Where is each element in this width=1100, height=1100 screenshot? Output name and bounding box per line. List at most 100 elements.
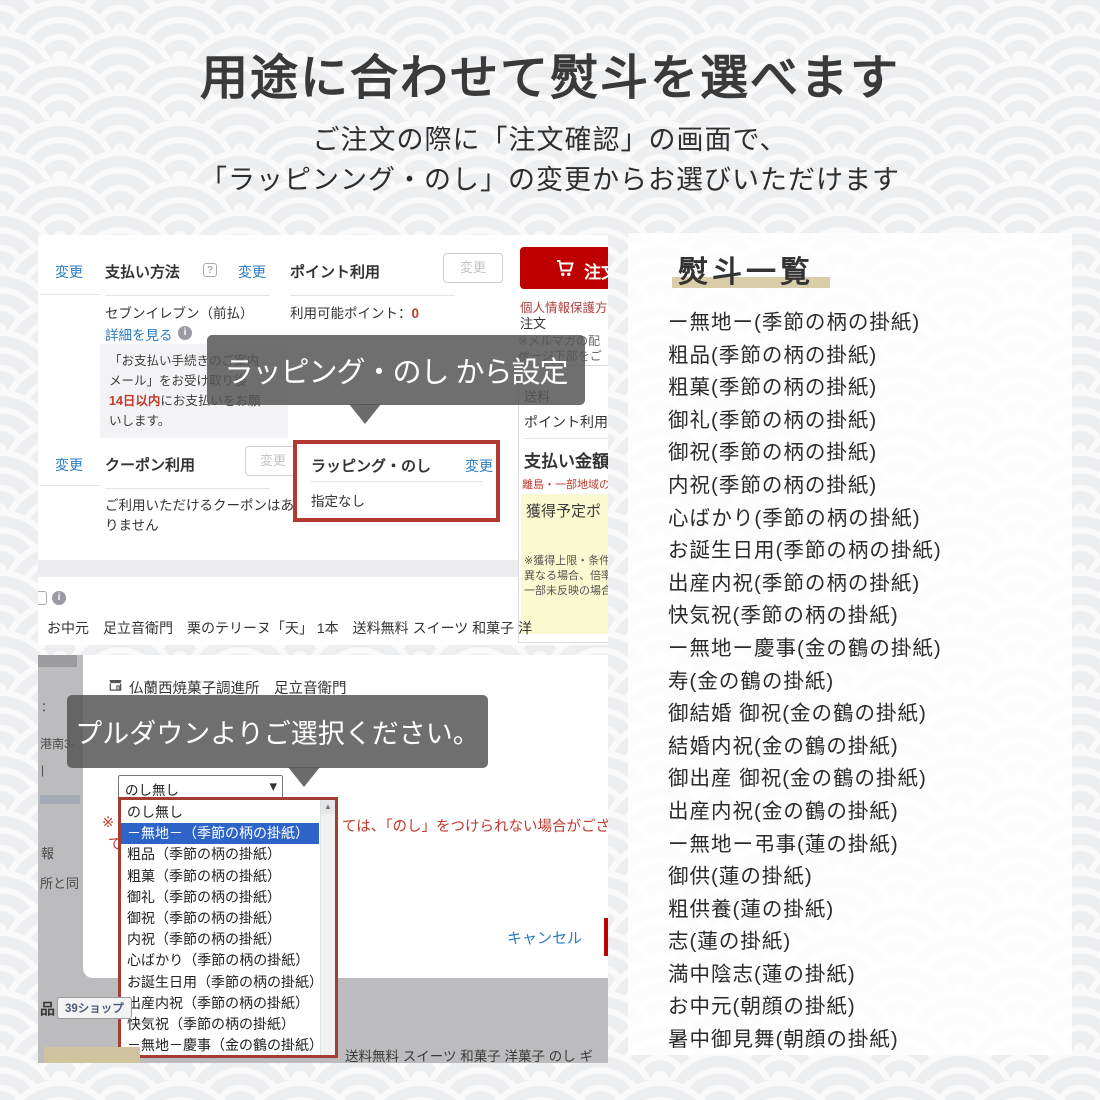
- payment-notice-line4: いします。: [109, 411, 279, 431]
- dropdown-option[interactable]: 粗品（季節の柄の掛紙）: [121, 844, 319, 865]
- wrapping-noshi-box: ラッピング・のし 変更 指定なし: [293, 440, 500, 522]
- list-item: お誕生日用(季節の柄の掛紙): [668, 535, 942, 568]
- backdrop-item-word: 品: [40, 998, 55, 1019]
- backdrop-fragment: 報: [41, 843, 54, 862]
- callout-pointer-down: [288, 767, 320, 787]
- noshi-dropdown: のし無し－無地－（季節の柄の掛紙）粗品（季節の柄の掛紙）粗菓（季節の柄の掛紙）御…: [118, 797, 338, 1058]
- dropdown-option[interactable]: お誕生日用（季節の柄の掛紙）: [121, 972, 319, 993]
- expected-points-box: 獲得予定ポ ※獲得上限・条件に 異なる場合、倍率と 一部未反映の場合か: [521, 494, 608, 634]
- dropdown-option[interactable]: 御礼（季節の柄の掛紙）: [121, 887, 319, 908]
- list-item: 出産内祝(季節の柄の掛紙): [668, 568, 942, 601]
- dropdown-option[interactable]: 内祝（季節の柄の掛紙）: [121, 929, 319, 950]
- list-item: ー無地ー弔事(蓮の掛紙): [668, 829, 942, 862]
- list-item: 心ばかり(季節の柄の掛紙): [668, 503, 942, 536]
- list-item: 御供(蓮の掛紙): [668, 861, 942, 894]
- list-item: 御出産 御祝(金の鶴の掛紙): [668, 763, 942, 796]
- order-summary-box: 送料 ポイント利用 支払い金額 離島・一部地域の 獲得予定ポ ※獲得上限・条件に…: [518, 365, 608, 643]
- list-item: 寿(金の鶴の掛紙): [668, 666, 942, 699]
- points-available-value: 0: [412, 306, 420, 321]
- dropdown-option[interactable]: 粗菓（季節の柄の掛紙）: [121, 866, 319, 887]
- sidebar-order-text: 注文: [520, 313, 546, 332]
- storefront-icon: [108, 677, 123, 697]
- list-item: 志(蓮の掛紙): [668, 926, 942, 959]
- page-title: 用途に合わせて熨斗を選べます: [0, 38, 1100, 108]
- summary-points-label: ポイント利用: [524, 412, 608, 432]
- wrapping-value: 指定なし: [311, 490, 365, 510]
- help-icon-cut: [38, 591, 47, 605]
- info-icon: i: [52, 591, 66, 605]
- payment-method-value: セブンイレブン（前払）: [105, 302, 254, 322]
- order-button[interactable]: 注文: [520, 247, 608, 289]
- page-subtitle-line1: ご注文の際に「注文確認」の画面で、: [0, 118, 1100, 157]
- points-change-button[interactable]: 変更: [443, 253, 503, 283]
- help-icon[interactable]: ?: [203, 263, 217, 277]
- backdrop-fragment: |: [41, 763, 44, 777]
- remote-area-note: 離島・一部地域の: [522, 476, 608, 492]
- list-item: 御礼(季節の柄の掛紙): [668, 405, 942, 438]
- noshi-list-title: 熨斗一覧: [678, 247, 814, 291]
- chevron-down-icon: ▾: [269, 777, 277, 795]
- list-item: 結婚内祝(金の鶴の掛紙): [668, 731, 942, 764]
- breadcrumb: お中元 足立音衛門 栗のテリーヌ「天」 1本 送料無料 スイーツ 和菓子 洋: [47, 618, 532, 638]
- backdrop-bottom-text: 送料無料 スイーツ 和菓子 洋菓子 のし ギ: [345, 1045, 593, 1063]
- backdrop-blur-fragment: [40, 795, 80, 804]
- list-item: お中元(朝顔の掛紙): [668, 991, 942, 1024]
- dropdown-scrollbar[interactable]: ▲: [320, 800, 335, 1055]
- points-available: 利用可能ポイント：0: [290, 302, 419, 322]
- dropdown-option[interactable]: 御祝（季節の柄の掛紙）: [121, 908, 319, 929]
- backdrop-fragment: ：: [41, 698, 53, 715]
- callout-pulldown-select: プルダウンよりご選択ください。: [67, 695, 488, 768]
- list-item: ー無地ー(季節の柄の掛紙): [668, 307, 942, 340]
- shop-badge: 39ショップ: [57, 997, 132, 1019]
- callout-pointer-down: [349, 404, 381, 424]
- noshi-list: ー無地ー(季節の柄の掛紙)粗品(季節の柄の掛紙)粗菓(季節の柄の掛紙)御礼(季節…: [668, 307, 942, 1057]
- info-icon: i: [178, 326, 192, 340]
- list-item: 出産内祝(金の鶴の掛紙): [668, 796, 942, 829]
- payment-details-link[interactable]: 詳細を見る: [105, 324, 173, 344]
- noshi-note-mark: ※: [102, 815, 114, 831]
- list-item: ー無地ー慶事(金の鶴の掛紙): [668, 633, 942, 666]
- page-subtitle-line2: 「ラッピンング・のし」の変更からお選びいただけます: [0, 158, 1100, 197]
- payment-deadline: 14日以内: [109, 394, 160, 408]
- dropdown-option[interactable]: のし無し: [121, 802, 319, 823]
- list-item: 御結婚 御祝(金の鶴の掛紙): [668, 698, 942, 731]
- arrow-up-icon[interactable]: ▲: [321, 800, 335, 814]
- backdrop-fragment: 所と同: [40, 873, 79, 892]
- list-item: 暑中御見舞(朝顔の掛紙): [668, 1024, 942, 1057]
- page: 用途に合わせて熨斗を選べます ご注文の際に「注文確認」の画面で、 「ラッピンング…: [0, 0, 1100, 1100]
- dropdown-option[interactable]: 快気祝（季節の柄の掛紙）: [121, 1014, 319, 1035]
- list-item: 御祝(季節の柄の掛紙): [668, 437, 942, 470]
- points-title: ポイント利用: [290, 261, 380, 282]
- expected-points-notes: ※獲得上限・条件に 異なる場合、倍率と 一部未反映の場合か: [524, 554, 608, 599]
- payment-change-link[interactable]: 変更: [238, 262, 266, 282]
- cart-icon: [553, 256, 577, 285]
- wrapping-change-link[interactable]: 変更: [465, 456, 493, 476]
- list-item: 満中陰志(蓮の掛紙): [668, 959, 942, 992]
- list-item: 快気祝(季節の柄の掛紙): [668, 600, 942, 633]
- list-item: 粗供養(蓮の掛紙): [668, 894, 942, 927]
- noshi-dropdown-list: のし無し－無地－（季節の柄の掛紙）粗品（季節の柄の掛紙）粗菓（季節の柄の掛紙）御…: [121, 800, 335, 1056]
- order-confirm-screenshot: 変更 変更 支払い方法 ? 変更 セブンイレブン（前払） 詳細を見る i 「お支…: [38, 235, 608, 645]
- coupon-message: ご利用いただけるクーポンはあ りません: [105, 496, 294, 536]
- dropdown-option[interactable]: －無地－（季節の柄の掛紙）: [121, 823, 319, 844]
- list-item: 粗品(季節の柄の掛紙): [668, 340, 942, 373]
- change-link-bottom[interactable]: 変更: [55, 455, 83, 475]
- dropdown-option[interactable]: 出産内祝（季節の柄の掛紙）: [121, 993, 319, 1014]
- confirm-button-clipped[interactable]: [604, 918, 608, 956]
- noshi-modal-screenshot: ： 港南3- | 報 所と同 仏蘭西焼菓子調進所 足立音衛門 ※ ては、「のし」…: [38, 655, 608, 1063]
- noshi-select-value: のし無し: [125, 779, 179, 799]
- payment-method-title: 支払い方法: [105, 261, 180, 282]
- noshi-list-panel: 熨斗一覧 ー無地ー(季節の柄の掛紙)粗品(季節の柄の掛紙)粗菓(季節の柄の掛紙)…: [628, 233, 1072, 1055]
- change-link-top[interactable]: 変更: [55, 262, 83, 282]
- expected-points-title: 獲得予定ポ: [526, 500, 601, 521]
- list-item: 内祝(季節の柄の掛紙): [668, 470, 942, 503]
- dropdown-option[interactable]: －無地－慶事（金の鶴の掛紙）: [121, 1035, 319, 1056]
- coupon-title: クーポン利用: [105, 454, 195, 475]
- dropdown-option[interactable]: 心ばかり（季節の柄の掛紙）: [121, 950, 319, 971]
- wrapping-title: ラッピング・のし: [311, 455, 431, 476]
- backdrop-tan-block: [44, 1047, 140, 1063]
- total-label: 支払い金額: [524, 447, 608, 472]
- cancel-button[interactable]: キャンセル: [507, 927, 582, 948]
- noshi-select[interactable]: のし無し ▾: [118, 775, 283, 799]
- callout-wrapping-setting: ラッピング・のし から設定: [207, 335, 585, 405]
